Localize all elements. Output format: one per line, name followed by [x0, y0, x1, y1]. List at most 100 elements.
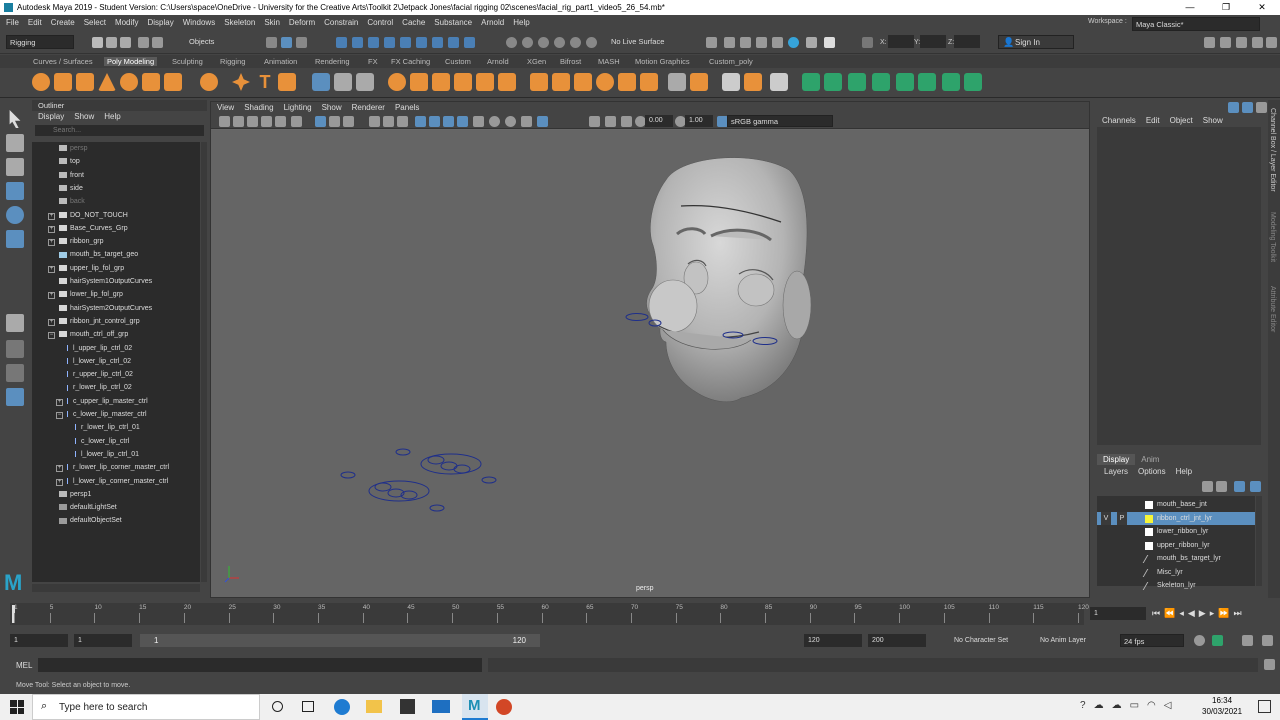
select-by-surface-icon[interactable]: [384, 37, 395, 48]
layer-menu-layers[interactable]: Layers: [1104, 467, 1128, 476]
viewport-menu-panels[interactable]: Panels: [395, 102, 419, 114]
wireframe-on-shaded-icon[interactable]: [343, 116, 354, 127]
append-polygon-icon[interactable]: [530, 73, 548, 91]
outliner-item[interactable]: mouth_bs_target_geo: [48, 248, 138, 261]
viewport-menu-lighting[interactable]: Lighting: [284, 102, 312, 114]
xray-joints-icon[interactable]: [521, 116, 532, 127]
poly-type-icon[interactable]: T: [256, 73, 274, 91]
xray-icon[interactable]: [489, 116, 500, 127]
transform-mode-icon[interactable]: [862, 37, 873, 48]
snap-grid-icon[interactable]: [506, 37, 517, 48]
ipr-render-icon[interactable]: [756, 37, 767, 48]
attribute-editor-icon[interactable]: [1220, 37, 1231, 48]
shelf-tab-curves-surfaces[interactable]: Curves / Surfaces: [33, 57, 93, 66]
layer-scrollbar[interactable]: [1256, 496, 1262, 586]
expand-toggle-icon[interactable]: −: [48, 332, 55, 340]
modeling-toolkit-icon[interactable]: [1204, 37, 1215, 48]
xray-active-icon[interactable]: [505, 116, 516, 127]
gamma-field[interactable]: 1.00: [685, 115, 713, 127]
layer-color-swatch[interactable]: [1142, 555, 1156, 563]
layer-visibility-toggle[interactable]: V: [1101, 511, 1111, 525]
3d-viewport[interactable]: persp: [211, 130, 1089, 597]
side-tab-modeling-toolkit[interactable]: Modeling Toolkit: [1269, 212, 1276, 262]
object-select-icon[interactable]: [281, 37, 292, 48]
task-view-icon[interactable]: [302, 701, 314, 712]
menu-edit[interactable]: Edit: [28, 18, 42, 27]
menu-display[interactable]: Display: [148, 18, 174, 27]
outliner-item[interactable]: + l_lower_lip_corner_master_ctrl: [56, 475, 168, 488]
outliner-menu-show[interactable]: Show: [74, 111, 94, 123]
layer-color-swatch[interactable]: [1142, 582, 1156, 590]
outliner-item[interactable]: hairSystem2OutputCurves: [48, 302, 152, 315]
menu-skin[interactable]: Skin: [264, 18, 280, 27]
layer-menu-options[interactable]: Options: [1138, 467, 1166, 476]
lasso-tool-icon[interactable]: [6, 134, 24, 152]
play-backward-icon[interactable]: ◀: [1188, 608, 1195, 619]
expand-toggle-icon[interactable]: +: [56, 465, 63, 473]
combine-icon[interactable]: [312, 73, 330, 91]
boolean-icon[interactable]: [388, 73, 406, 91]
select-by-dynamic-icon[interactable]: [416, 37, 427, 48]
shelf-tab-fx-caching[interactable]: FX Caching: [391, 57, 430, 66]
insert-edge-loop-icon[interactable]: [744, 73, 762, 91]
expand-toggle-icon[interactable]: +: [48, 212, 55, 220]
shelf-tab-motion-graphics[interactable]: Motion Graphics: [635, 57, 690, 66]
expand-toggle-icon[interactable]: +: [48, 265, 55, 273]
layer-row[interactable]: Skeleton_lyr: [1097, 579, 1255, 592]
ctrl-ui-curves[interactable]: [340, 448, 497, 512]
tab-display[interactable]: Display: [1097, 454, 1136, 465]
tool-settings-icon[interactable]: [1236, 37, 1247, 48]
range-end-field[interactable]: 120: [804, 634, 862, 647]
poke-icon[interactable]: [552, 73, 570, 91]
shelf-tab-arnold[interactable]: Arnold: [487, 57, 509, 66]
super-shape-icon[interactable]: [232, 73, 250, 91]
menu-control[interactable]: Control: [367, 18, 393, 27]
outliner-item[interactable]: l_upper_lip_ctrl_02: [56, 342, 132, 355]
mirror-icon[interactable]: [410, 73, 428, 91]
select-tool-icon[interactable]: [9, 110, 21, 128]
textured-icon[interactable]: [369, 116, 380, 127]
planar-mapping-icon[interactable]: [824, 73, 842, 91]
outliner-item[interactable]: r_upper_lip_ctrl_02: [56, 368, 133, 381]
expand-toggle-icon[interactable]: +: [56, 478, 63, 486]
outliner-item[interactable]: defaultObjectSet: [48, 514, 122, 527]
fill-hole-icon[interactable]: [498, 73, 516, 91]
uv-editor-icon[interactable]: [802, 73, 820, 91]
viewport-menu-renderer[interactable]: Renderer: [352, 102, 385, 114]
film-gate-icon[interactable]: [291, 116, 302, 127]
cortana-icon[interactable]: [272, 701, 283, 712]
step-back-key-icon[interactable]: ⏪: [1164, 608, 1175, 619]
layer-row[interactable]: lower_ribbon_lyr: [1097, 525, 1255, 538]
bridge-icon[interactable]: [454, 73, 472, 91]
maya-taskbar-button[interactable]: M: [462, 694, 488, 720]
layer-editor-toggle-icon[interactable]: [1242, 102, 1253, 113]
expand-toggle-icon[interactable]: +: [56, 398, 63, 406]
menu-select[interactable]: Select: [84, 18, 106, 27]
quad-draw-icon[interactable]: [770, 73, 788, 91]
rotate-tool-icon[interactable]: [6, 206, 24, 224]
auto-key-icon[interactable]: [1212, 635, 1223, 646]
poly-cylinder-icon[interactable]: [76, 73, 94, 91]
camera-select-icon[interactable]: [219, 116, 230, 127]
outliner-item[interactable]: + c_upper_lip_master_ctrl: [56, 395, 148, 408]
snap-point-icon[interactable]: [538, 37, 549, 48]
arnold-render-icon[interactable]: [806, 37, 817, 48]
edge-icon[interactable]: [334, 699, 350, 715]
anti-aliasing-icon[interactable]: [443, 116, 454, 127]
menu-help[interactable]: Help: [513, 18, 529, 27]
open-scene-icon[interactable]: [106, 37, 117, 48]
mail-icon[interactable]: [432, 700, 450, 713]
outliner-item[interactable]: r_lower_lip_ctrl_02: [56, 381, 132, 394]
colorspace-dropdown[interactable]: sRGB gamma: [727, 115, 833, 127]
menu-windows[interactable]: Windows: [183, 18, 215, 27]
outliner-menu-help[interactable]: Help: [104, 111, 120, 123]
channel-box-area[interactable]: [1097, 127, 1261, 445]
layer-editor-icon[interactable]: [1266, 37, 1277, 48]
ambient-occlusion-icon[interactable]: [415, 116, 426, 127]
step-back-frame-icon[interactable]: ◂: [1179, 608, 1184, 619]
outliner-item[interactable]: front: [48, 169, 84, 182]
camera-attributes-icon[interactable]: [233, 116, 244, 127]
expand-toggle-icon[interactable]: +: [48, 239, 55, 247]
channel-box-toggle-icon[interactable]: [1228, 102, 1239, 113]
outliner-scrollbar[interactable]: [201, 142, 207, 582]
